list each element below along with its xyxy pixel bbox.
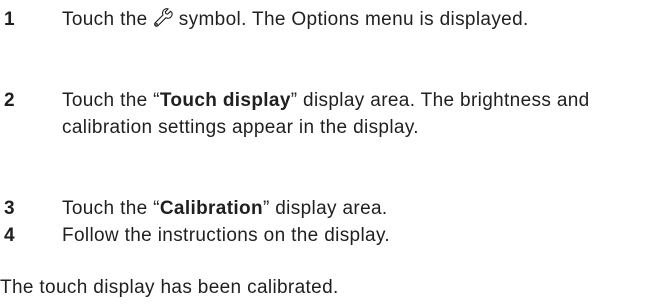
step-number: 2 (4, 90, 15, 111)
step-text: Follow the instructions on the display. (62, 225, 391, 246)
step-text: Touch the symbol. The Options menu is di… (62, 6, 622, 33)
result-text: The touch display has been calibrated. (0, 277, 339, 298)
step-text: Touch the “Calibration” display area. (62, 195, 668, 222)
step-text-before-bold: Touch the “ (62, 198, 160, 219)
step-text: Touch the “Touch display” display area. … (62, 87, 668, 141)
instruction-page: 1 Touch the symbol. The Options menu is … (0, 0, 672, 304)
step-text-after-icon: symbol. The Options menu is displayed. (173, 9, 529, 30)
step-bold-term: Calibration (159, 198, 263, 219)
step-text-after-bold: ” display area. (262, 198, 388, 219)
step-text-before-bold: Touch the “ (62, 90, 160, 111)
step-number: 3 (4, 198, 15, 219)
step-text-before-icon: Touch the (62, 9, 154, 30)
step-bold-term: Touch display (159, 90, 291, 111)
step-number: 4 (4, 225, 15, 246)
wrench-icon (154, 8, 173, 27)
step-number: 1 (4, 9, 15, 30)
